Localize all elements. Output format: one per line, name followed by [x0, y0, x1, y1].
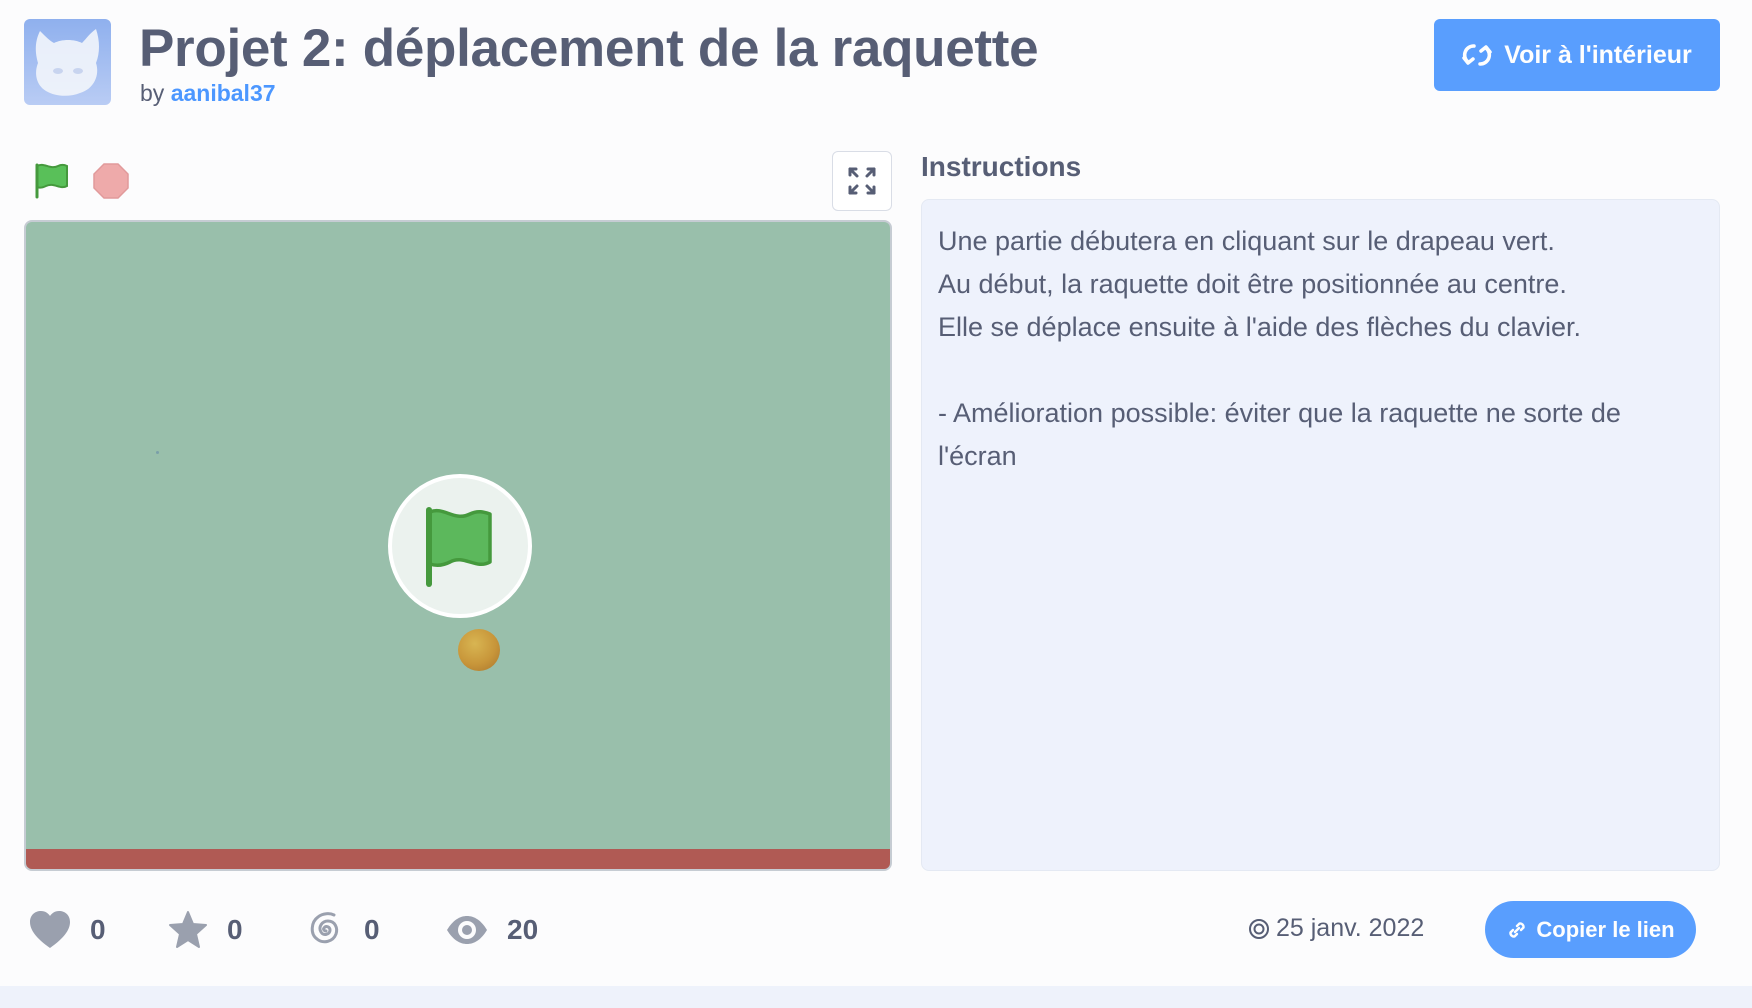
see-inside-button[interactable]: Voir à l'intérieur [1434, 19, 1720, 91]
remix-arrows-icon [1462, 44, 1492, 66]
project-thumbnail[interactable] [24, 19, 111, 105]
start-overlay-button[interactable] [388, 474, 532, 618]
instructions-line [938, 349, 1703, 392]
remix-spiral-icon [310, 912, 339, 944]
project-byline: by aanibal37 [140, 80, 276, 107]
star-icon [169, 911, 207, 948]
instructions-line: Une partie débutera en cliquant sur le d… [938, 226, 1555, 256]
green-flag-button[interactable] [32, 160, 72, 200]
date-text: 25 janv. 2022 [1276, 914, 1425, 942]
instructions-line: Au début, la raquette doit être position… [938, 269, 1567, 299]
instructions-line: Elle se déplace ensuite à l'aide des flè… [938, 312, 1582, 342]
ball-sprite [458, 629, 500, 671]
copy-link-button[interactable]: Copier le lien [1485, 901, 1696, 958]
link-icon [1509, 921, 1526, 938]
author-link[interactable]: aanibal37 [171, 80, 276, 106]
instructions-box: Une partie débutera en cliquant sur le d… [921, 199, 1720, 871]
heart-icon [30, 911, 70, 948]
favorite-stat[interactable]: 0 [167, 910, 306, 950]
love-count: 0 [90, 914, 106, 945]
footer-band [0, 986, 1752, 1008]
remix-stat[interactable]: 0 [306, 910, 445, 950]
project-stats: 0 0 0 20 [28, 908, 584, 952]
views-count: 20 [507, 914, 539, 945]
instructions-heading: Instructions [921, 151, 1082, 182]
paddle-sprite [26, 849, 890, 869]
stop-sign-icon [93, 163, 129, 199]
project-stage[interactable] [24, 220, 892, 871]
stage-sprite-dot [156, 451, 159, 454]
see-inside-label: Voir à l'intérieur [1504, 40, 1692, 69]
love-stat[interactable]: 0 [28, 910, 167, 950]
by-label: by [140, 80, 165, 106]
views-stat: 20 [445, 914, 584, 946]
eye-icon [447, 916, 487, 944]
stop-button[interactable] [92, 162, 130, 200]
remix-count: 0 [364, 914, 380, 945]
project-title: Projet 2: déplacement de la raquette [139, 19, 1039, 78]
fullscreen-button[interactable] [832, 151, 892, 211]
instructions-line: - Amélioration possible: éviter que la r… [938, 398, 1621, 428]
share-date: 25 janv. 2022 [1248, 914, 1424, 943]
scratch-cat-icon [35, 29, 99, 96]
fullscreen-icon [848, 167, 876, 195]
favorite-count: 0 [227, 914, 243, 945]
instructions-line: l'écran [938, 441, 1017, 471]
shared-date-icon [1249, 918, 1269, 939]
copy-link-label: Copier le lien [1536, 916, 1675, 942]
green-flag-icon [426, 507, 492, 587]
green-flag-icon [35, 163, 68, 199]
